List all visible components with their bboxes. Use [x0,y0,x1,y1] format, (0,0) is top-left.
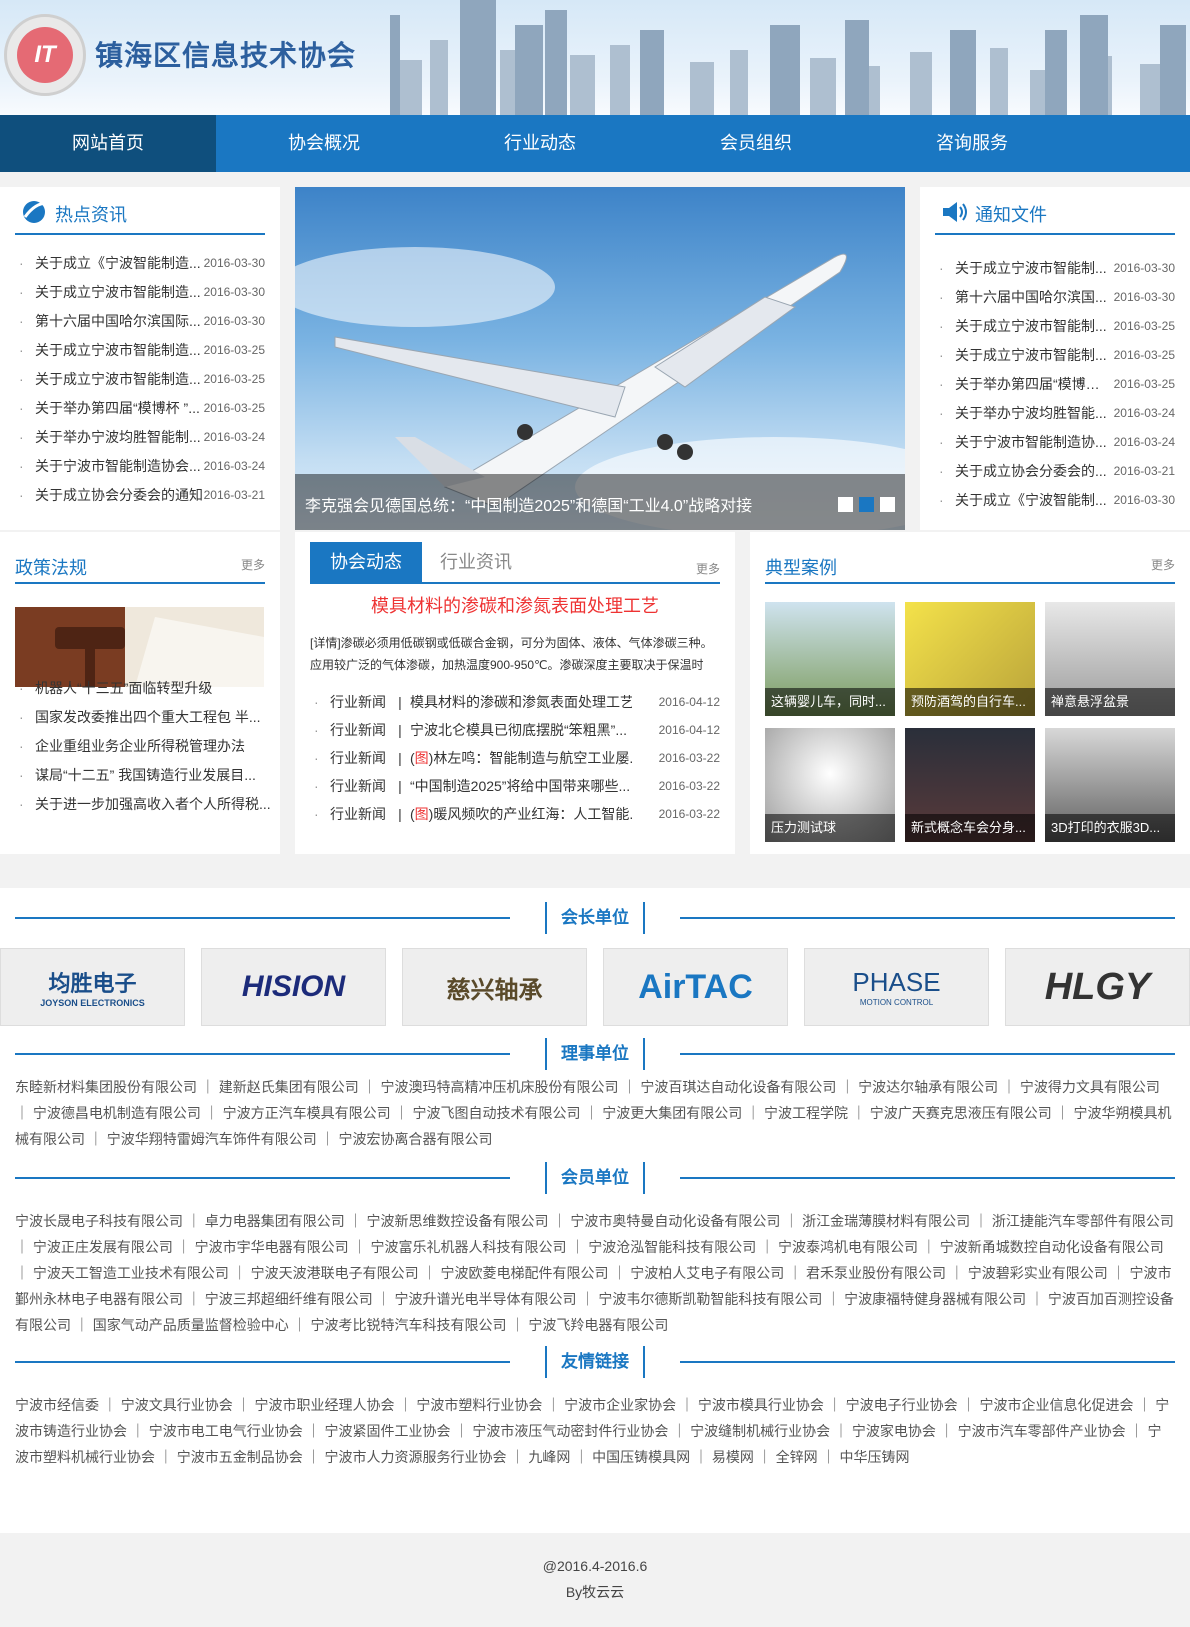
cases-title: 典型案例 [765,558,837,578]
nav-item-home[interactable]: 网站首页 [0,115,216,172]
list-item[interactable]: 关于成立协会分委会的...2016-03-21 [935,457,1175,486]
list-item[interactable]: 企业重组业务企业所得税管理办法 [15,732,265,761]
list-item[interactable]: 关于成立宁波市智能制造...2016-03-25 [15,336,265,365]
globe-icon [23,201,48,223]
units-section: 会长单位 均胜电子 JOYSON ELECTRONICS HISION 慈兴轴承… [0,888,1190,1533]
policy-title: 政策法规 [15,558,87,578]
list-item[interactable]: 行业新闻| 宁波北仑模具已彻底摆脱“笨粗黑”...2016-04-12 [310,716,720,744]
case-card[interactable]: 3D打印的衣服3D... [1045,728,1175,842]
tab-industry-info[interactable]: 行业资讯 [420,542,532,582]
logo-cixing[interactable]: 慈兴轴承 [402,948,587,1026]
site-footer: @2016.4-2016.6 By牧云云 [0,1548,1190,1627]
list-item[interactable]: 关于举办第四届“模博杯 ”...2016-03-25 [15,394,265,423]
featured-article-title[interactable]: 模具材料的渗碳和渗氮表面处理工艺 [295,592,735,618]
site-name: 镇海区信息技术协会 [95,40,357,71]
list-item[interactable]: 关于进一步加强高收入者个人所得税... [15,790,271,819]
author-text: By牧云云 [565,1584,625,1600]
list-item[interactable]: 关于成立宁波市智能制造...2016-03-25 [15,365,265,394]
notice-panel: 通知文件 关于成立宁波市智能制...2016-03-30 第十六届中国哈尔滨国.… [920,187,1190,530]
president-units-title: 会长单位 [545,902,645,934]
list-item[interactable]: 关于举办宁波均胜智能...2016-03-24 [935,399,1175,428]
slider-dot-active[interactable] [859,497,874,512]
nav-item-overview[interactable]: 协会概况 [216,115,432,172]
policy-more-link[interactable]: 更多 [241,556,265,573]
tab-association-news[interactable]: 协会动态 [310,542,422,582]
list-item[interactable]: 关于成立宁波市智能制...2016-03-30 [935,254,1175,283]
director-units-list[interactable]: 东睦新材料集团股份有限公司 ｜ 建新赵氏集团有限公司 ｜ 宁波澳玛特高精冲压机床… [15,1074,1175,1152]
list-item[interactable]: 行业新闻|“中国制造2025”将给中国带来哪些...2016-03-22 [310,772,720,800]
notice-title: 通知文件 [975,205,1047,225]
logo-phase[interactable]: PHASE MOTION CONTROL [804,948,989,1026]
friend-links-title: 友情链接 [545,1346,645,1378]
list-item[interactable]: 关于成立宁波市智能制...2016-03-25 [935,341,1175,370]
friend-links-list[interactable]: 宁波市经信委 ｜ 宁波文具行业协会 ｜ 宁波市职业经理人协会 ｜ 宁波市塑料行业… [15,1392,1175,1470]
logo-joyson[interactable]: 均胜电子 JOYSON ELECTRONICS [0,948,185,1026]
logo-airtac[interactable]: AirTAC [603,948,788,1026]
list-item[interactable]: 关于宁波市智能制造协...2016-03-24 [935,428,1175,457]
slider-dot[interactable] [880,497,895,512]
section-header: 会员单位 [15,1162,1175,1194]
policy-list: 机器人“十三五”面临转型升级 国家发改委推出四个重大工程包 半... 企业重组业… [15,674,271,819]
section-header: 友情链接 [15,1346,1175,1378]
list-item[interactable]: 关于举办宁波均胜智能制...2016-03-24 [15,423,265,452]
member-units-title: 会员单位 [545,1162,645,1194]
logo-text: IT [17,27,73,83]
section-header: 理事单位 [15,1038,1175,1070]
hot-news-title: 热点资讯 [55,205,127,225]
hot-news-panel: 热点资讯 关于成立《宁波智能制造...2016-03-30 关于成立宁波市智能制… [0,187,280,530]
site-header: IT 镇海区信息技术协会 [0,0,1190,115]
list-item[interactable]: 机器人“十三五”面临转型升级 [15,674,265,703]
dynamics-tabs: 协会动态 行业资讯 更多 [310,542,720,584]
case-card[interactable]: 新式概念车会分身... [905,728,1035,842]
cases-more-link[interactable]: 更多 [1151,556,1175,573]
nav-item-industry-news[interactable]: 行业动态 [432,115,648,172]
list-item[interactable]: 关于成立宁波市智能制造...2016-03-30 [15,278,265,307]
notice-list: 关于成立宁波市智能制...2016-03-30 第十六届中国哈尔滨国...201… [935,254,1175,515]
dynamics-list: 行业新闻|模具材料的渗碳和渗氮表面处理工艺2016-04-12 行业新闻| 宁波… [310,688,720,828]
member-units-list[interactable]: 宁波长晟电子科技有限公司 ｜ 卓力电器集团有限公司 ｜ 宁波新思维数控设备有限公… [15,1208,1175,1338]
case-card[interactable]: 禅意悬浮盆景 [1045,602,1175,716]
list-item[interactable]: 关于成立协会分委会的通知2016-03-21 [15,481,265,510]
case-card[interactable]: 这辆婴儿车，同时... [765,602,895,716]
case-card[interactable]: 预防酒驾的自行车... [905,602,1035,716]
copyright-text: @2016.4-2016.6 [542,1558,648,1574]
list-item[interactable]: 关于举办第四届“模博杯...2016-03-25 [935,370,1175,399]
banner-caption-bar: 李克强会见德国总统：“中国制造2025”和德国“工业4.0”战略对接 [295,474,905,530]
list-item[interactable]: 关于宁波市智能制造协会...2016-03-24 [15,452,265,481]
list-item[interactable]: 关于成立宁波市智能制...2016-03-25 [935,312,1175,341]
list-item[interactable]: 谋局“十二五” 我国铸造行业发展目... [15,761,265,790]
main-nav: 网站首页 协会概况 行业动态 会员组织 咨询服务 [0,115,1190,172]
nav-item-consulting[interactable]: 咨询服务 [864,115,1080,172]
logo-hlgy[interactable]: HLGY [1005,948,1190,1026]
speaker-icon [943,202,967,222]
list-item[interactable]: 第十六届中国哈尔滨国际...2016-03-30 [15,307,265,336]
list-item[interactable]: 关于成立《宁波智能制造...2016-03-30 [15,249,265,278]
banner-caption[interactable]: 李克强会见德国总统：“中国制造2025”和德国“工业4.0”战略对接 [305,492,752,516]
slider-dot[interactable] [838,497,853,512]
hot-news-list: 关于成立《宁波智能制造...2016-03-30 关于成立宁波市智能制造...2… [15,249,265,510]
section-header: 会长单位 [15,902,1175,934]
dynamics-more-link[interactable]: 更多 [696,560,720,577]
featured-article-summary[interactable]: [详情]渗碳必须用低碳钢或低碳合金钢，可分为固体、液体、气体渗碳三种。应用较广泛… [310,632,720,676]
list-item[interactable]: 行业新闻|模具材料的渗碳和渗氮表面处理工艺2016-04-12 [310,688,720,716]
cases-panel: 典型案例 更多 这辆婴儿车，同时... 预防酒驾的自行车... 禅意悬浮盆景 压… [750,532,1190,854]
list-item[interactable]: 关于成立《宁波智能制...2016-03-30 [935,486,1175,515]
list-item[interactable]: 行业新闻|(图)暖风频吹的产业红海：人工智能...2016-03-22 [310,800,720,828]
director-units-title: 理事单位 [545,1038,645,1070]
list-item[interactable]: 第十六届中国哈尔滨国...2016-03-30 [935,283,1175,312]
association-logo[interactable]: IT [4,14,86,96]
logo-hision[interactable]: HISION [201,948,386,1026]
nav-item-members[interactable]: 会员组织 [648,115,864,172]
list-item[interactable]: 国家发改委推出四个重大工程包 半... [15,703,265,732]
president-logos: 均胜电子 JOYSON ELECTRONICS HISION 慈兴轴承 AirT… [0,948,1190,1026]
case-card[interactable]: 压力测试球 [765,728,895,842]
dynamics-panel: 协会动态 行业资讯 更多 模具材料的渗碳和渗氮表面处理工艺 [详情]渗碳必须用低… [295,532,735,854]
list-item[interactable]: 行业新闻|(图)林左鸣：智能制造与航空工业屡...2016-03-22 [310,744,720,772]
city-skyline-image [390,0,1186,115]
banner-slider[interactable]: 李克强会见德国总统：“中国制造2025”和德国“工业4.0”战略对接 [295,187,905,530]
slider-dots [838,497,895,512]
policy-panel: 政策法规 更多 机器人“十三五”面临转型升级 国家发改委推出四个重大工程包 半.… [0,532,280,854]
